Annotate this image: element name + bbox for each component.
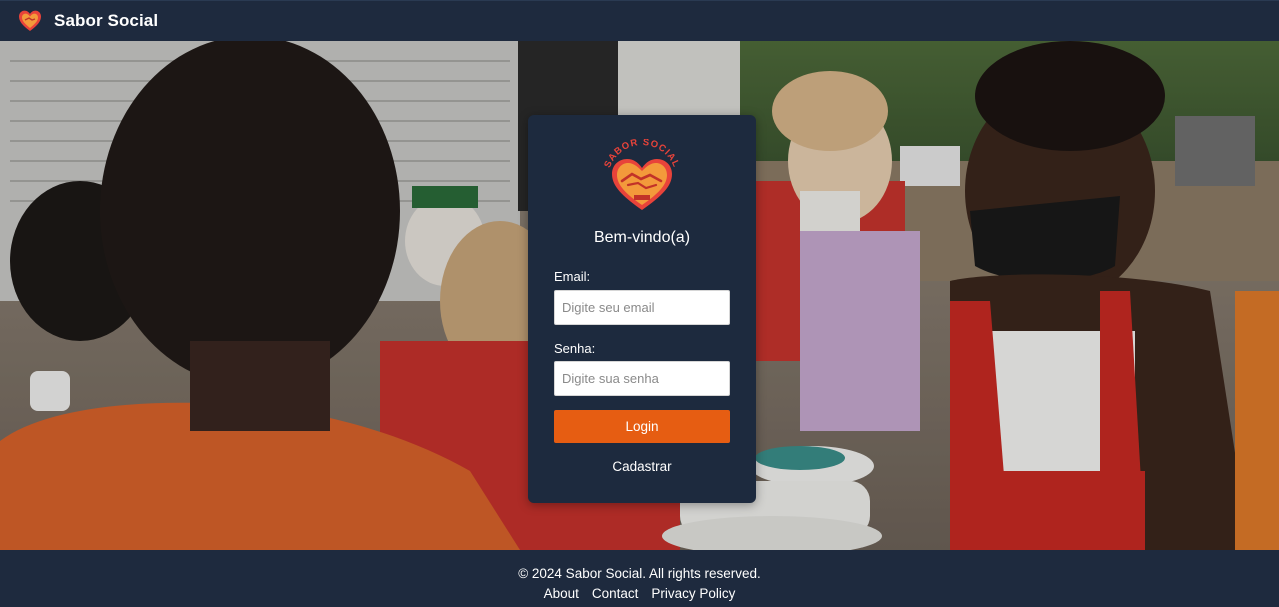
svg-text:SABOR SOCIAL: SABOR SOCIAL bbox=[602, 139, 681, 169]
login-card: SABOR SOCIAL Bem-vindo(a) Email: Senha: … bbox=[528, 115, 756, 503]
login-button[interactable]: Login bbox=[554, 410, 730, 443]
heart-handshake-icon[interactable] bbox=[17, 8, 43, 34]
logo-arc-text: SABOR SOCIAL bbox=[602, 137, 680, 170]
email-input[interactable] bbox=[554, 290, 730, 325]
sabor-social-logo: SABOR SOCIAL bbox=[598, 137, 686, 213]
welcome-heading: Bem-vindo(a) bbox=[593, 229, 691, 246]
password-input[interactable] bbox=[554, 361, 730, 396]
footer-link-privacy-policy[interactable]: Privacy Policy bbox=[651, 586, 735, 601]
brand-name[interactable]: Sabor Social bbox=[54, 11, 158, 31]
footer-links: About Contact Privacy Policy bbox=[0, 586, 1279, 601]
hero-background-photo: SABOR SOCIAL Bem-vindo(a) Email: Senha: … bbox=[0, 41, 1279, 550]
password-label: Senha: bbox=[554, 341, 596, 356]
email-label: Email: bbox=[554, 269, 591, 284]
copyright-text: © 2024 Sabor Social. All rights reserved… bbox=[518, 566, 761, 581]
footer-link-about[interactable]: About bbox=[544, 586, 579, 601]
footer: © 2024 Sabor Social. All rights reserved… bbox=[0, 550, 1279, 607]
top-navbar: Sabor Social bbox=[0, 0, 1279, 41]
register-link[interactable]: Cadastrar bbox=[528, 459, 756, 474]
footer-link-contact[interactable]: Contact bbox=[592, 586, 639, 601]
